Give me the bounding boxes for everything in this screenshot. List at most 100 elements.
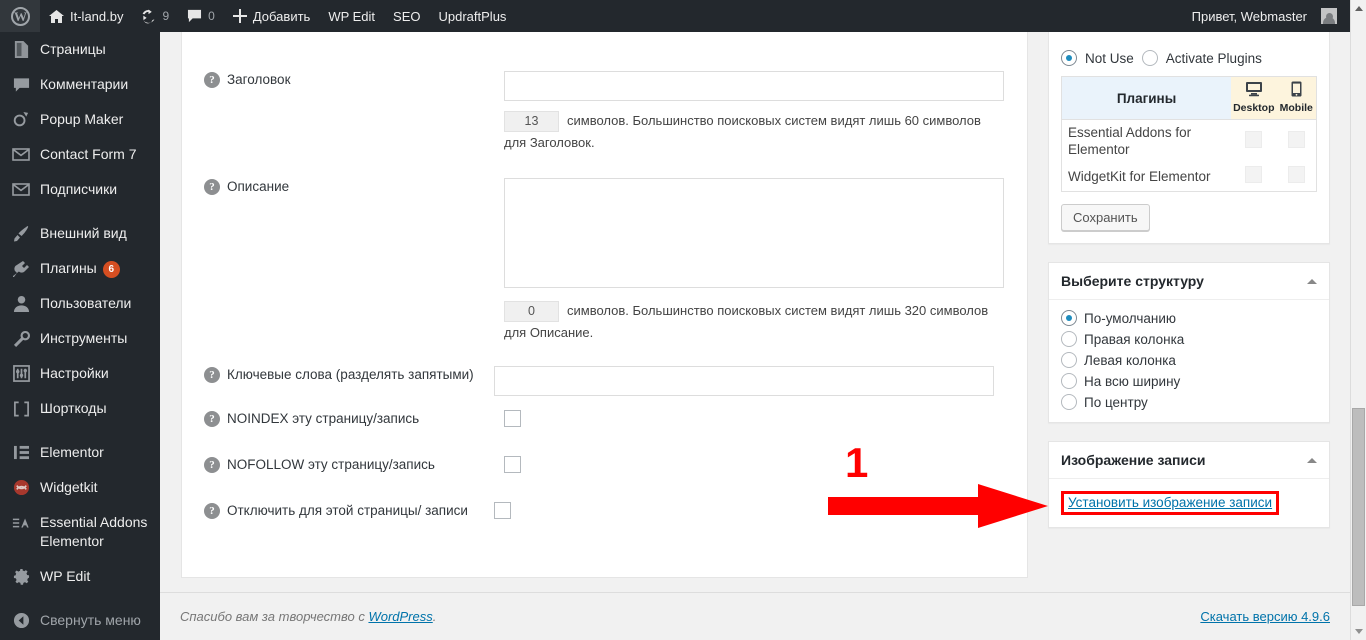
account-menu[interactable]: Привет, Webmaster — [1183, 0, 1346, 32]
seo-keywords-input[interactable] — [494, 366, 994, 396]
seo-title-row: ? Заголовок 13символов. Большинство поис… — [182, 32, 1027, 154]
plugins-col-mobile: Mobile — [1277, 77, 1317, 120]
sidebar-item-label: Комментарии — [40, 75, 160, 94]
seo-menu[interactable]: SEO — [384, 0, 429, 32]
sidebar-item-comments[interactable]: Комментарии — [0, 67, 160, 102]
seo-noindex-label-wrap: ? NOINDEX эту страницу/запись — [204, 410, 504, 428]
seo-noindex-checkbox[interactable] — [504, 410, 521, 427]
radio-activate-plugins[interactable] — [1142, 50, 1158, 66]
updates-menu[interactable]: 9 — [132, 0, 178, 32]
desktop-monitor-icon — [1233, 81, 1274, 100]
page-filter-plugin-body: Not Use Activate Plugins Плагины Deskt — [1049, 40, 1329, 243]
sidebar-item-elementor[interactable]: Elementor — [0, 435, 160, 470]
new-content-menu[interactable]: Добавить — [224, 0, 319, 32]
site-name-menu[interactable]: It-land.by — [40, 0, 132, 32]
scroll-up-arrow-icon[interactable] — [1351, 0, 1366, 17]
seo-nofollow-field-wrap — [504, 456, 1027, 473]
help-question-icon[interactable]: ? — [204, 367, 220, 383]
plugin-desktop-checkbox[interactable] — [1245, 166, 1262, 183]
save-button[interactable]: Сохранить — [1061, 204, 1150, 231]
wordpress-link[interactable]: WordPress — [368, 609, 432, 624]
sidebar-item-tools[interactable]: Инструменты — [0, 321, 160, 356]
seo-title-label-wrap: ? Заголовок — [204, 71, 504, 154]
new-content-label: Добавить — [253, 9, 310, 24]
scrollbar-thumb[interactable] — [1352, 408, 1365, 606]
structure-radio-left-column[interactable] — [1061, 352, 1077, 368]
updraftplus-label: UpdraftPlus — [439, 9, 507, 24]
wordpress-logo-button[interactable]: W — [0, 0, 40, 32]
structure-metabox-body: По-умолчанию Правая колонка Левая колонк… — [1049, 300, 1329, 422]
sidebar-separator — [0, 207, 160, 216]
structure-metabox-title: Выберите структуру — [1061, 273, 1204, 289]
seo-title-field-wrap: 13символов. Большинство поисковых систем… — [504, 71, 1027, 154]
sidebar-item-plugins[interactable]: Плагины6 — [0, 251, 160, 286]
structure-option-label: По-умолчанию — [1084, 311, 1176, 326]
sidebar-item-pages[interactable]: Страницы — [0, 32, 160, 67]
help-question-icon[interactable]: ? — [204, 503, 220, 519]
user-avatar-icon — [1321, 8, 1337, 24]
scroll-down-arrow-icon[interactable] — [1351, 623, 1366, 640]
plugin-mobile-checkbox[interactable] — [1288, 131, 1305, 148]
seo-disable-checkbox[interactable] — [494, 502, 511, 519]
sidebar-item-label: Страницы — [40, 40, 160, 59]
structure-option-full-width[interactable]: На всю ширину — [1061, 373, 1317, 389]
seo-nofollow-label-wrap: ? NOFOLLOW эту страницу/запись — [204, 456, 504, 474]
plus-icon — [233, 9, 247, 23]
sidebar-item-wp-edit[interactable]: WP Edit — [0, 559, 160, 594]
plugin-mobile-checkbox[interactable] — [1288, 166, 1305, 183]
radio-not-use[interactable] — [1061, 50, 1077, 66]
chevron-up-icon[interactable] — [1307, 279, 1317, 284]
sidebar-item-users[interactable]: Пользователи — [0, 286, 160, 321]
seo-noindex-row: ? NOINDEX эту страницу/запись — [182, 396, 1027, 428]
seo-description-textarea[interactable] — [504, 178, 1004, 288]
sidebar-item-popup-maker[interactable]: Popup Maker — [0, 102, 160, 137]
structure-radio-centered[interactable] — [1061, 394, 1077, 410]
plugins-table-head: Плагины Desktop M — [1062, 77, 1317, 120]
seo-label: SEO — [393, 9, 420, 24]
wp-edit-label: WP Edit — [328, 9, 375, 24]
envelope-icon — [11, 145, 31, 164]
sidebar-item-contact-form-7[interactable]: Contact Form 7 — [0, 137, 160, 172]
structure-option-centered[interactable]: По центру — [1061, 394, 1317, 410]
help-question-icon[interactable]: ? — [204, 457, 220, 473]
sidebar-item-appearance[interactable]: Внешний вид — [0, 216, 160, 251]
collapse-menu-button[interactable]: Свернуть меню — [0, 603, 160, 638]
sidebar-item-settings[interactable]: Настройки — [0, 356, 160, 391]
sidebar-item-essential-addons[interactable]: Essential Addons Elementor — [0, 505, 160, 559]
seo-disable-label: Отключить для этой страницы/ записи — [227, 502, 468, 520]
seo-description-counter: 0 — [504, 301, 559, 322]
featured-image-metabox-header[interactable]: Изображение записи — [1049, 442, 1329, 479]
sidebar-item-shortcodes[interactable]: Шорткоды — [0, 391, 160, 426]
structure-radio-right-column[interactable] — [1061, 331, 1077, 347]
download-version-link[interactable]: Скачать версию 4.9.6 — [1200, 609, 1330, 624]
structure-metabox-header[interactable]: Выберите структуру — [1049, 263, 1329, 300]
help-question-icon[interactable]: ? — [204, 179, 220, 195]
structure-option-default[interactable]: По-умолчанию — [1061, 310, 1317, 326]
seo-nofollow-row: ? NOFOLLOW эту страницу/запись — [182, 428, 1027, 474]
sidebar-item-widgetkit[interactable]: Widgetkit — [0, 470, 160, 505]
seo-nofollow-checkbox[interactable] — [504, 456, 521, 473]
structure-option-left-column[interactable]: Левая колонка — [1061, 352, 1317, 368]
main-content-area: ? Заголовок 13символов. Большинство поис… — [160, 32, 1350, 640]
plugin-desktop-checkbox[interactable] — [1245, 131, 1262, 148]
seo-title-counter: 13 — [504, 111, 559, 132]
appearance-brush-icon — [11, 224, 31, 243]
chevron-up-icon[interactable] — [1307, 458, 1317, 463]
seo-description-label-wrap: ? Описание — [204, 178, 504, 344]
wp-edit-menu[interactable]: WP Edit — [319, 0, 384, 32]
structure-radio-default[interactable] — [1061, 310, 1077, 326]
set-featured-image-link[interactable]: Установить изображение записи — [1068, 495, 1272, 510]
structure-option-right-column[interactable]: Правая колонка — [1061, 331, 1317, 347]
updraftplus-menu[interactable]: UpdraftPlus — [430, 0, 516, 32]
seo-title-input[interactable] — [504, 71, 1004, 101]
comments-menu[interactable]: 0 — [178, 0, 224, 32]
help-question-icon[interactable]: ? — [204, 72, 220, 88]
structure-radio-full-width[interactable] — [1061, 373, 1077, 389]
plugins-col-mobile-label: Mobile — [1280, 102, 1313, 114]
radio-not-use-label: Not Use — [1085, 51, 1134, 66]
help-question-icon[interactable]: ? — [204, 411, 220, 427]
sidebar-item-label: Widgetkit — [40, 478, 160, 497]
sidebar-item-subscribers[interactable]: Подписчики — [0, 172, 160, 207]
sidebar-item-label: Инструменты — [40, 329, 160, 348]
page-scrollbar[interactable] — [1350, 0, 1366, 640]
